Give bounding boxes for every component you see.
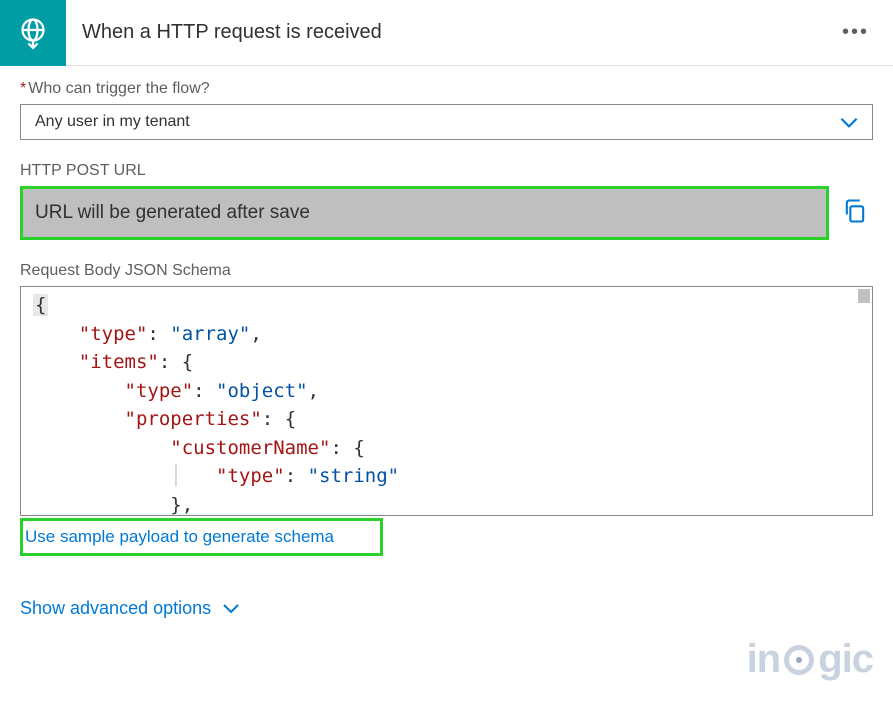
chevron-down-icon bbox=[836, 109, 862, 135]
http-post-url-field: URL will be generated after save bbox=[20, 186, 829, 240]
logo-o-icon bbox=[784, 645, 814, 675]
schema-textarea[interactable]: { "type": "array", "items": { "type": "o… bbox=[20, 286, 873, 516]
schema-label: Request Body JSON Schema bbox=[20, 262, 873, 280]
copy-url-button[interactable] bbox=[837, 193, 873, 234]
scrollbar-thumb[interactable] bbox=[858, 289, 870, 303]
trigger-header: When a HTTP request is received ••• bbox=[0, 0, 893, 66]
trigger-title: When a HTTP request is received bbox=[66, 21, 818, 44]
more-options-button[interactable]: ••• bbox=[818, 21, 893, 44]
http-post-url-label: HTTP POST URL bbox=[20, 162, 873, 180]
sample-payload-highlight: Use sample payload to generate schema bbox=[20, 518, 383, 556]
chevron-down-icon bbox=[219, 596, 243, 620]
trigger-permission-dropdown[interactable]: Any user in my tenant bbox=[20, 104, 873, 140]
inogic-watermark: in gic bbox=[747, 637, 873, 682]
show-advanced-options-link[interactable]: Show advanced options bbox=[20, 596, 873, 620]
required-star-icon: * bbox=[20, 80, 26, 97]
use-sample-payload-link[interactable]: Use sample payload to generate schema bbox=[25, 527, 334, 546]
http-trigger-icon bbox=[0, 0, 66, 66]
trigger-permission-label: *Who can trigger the flow? bbox=[20, 80, 873, 98]
dropdown-selected-value: Any user in my tenant bbox=[35, 113, 190, 131]
